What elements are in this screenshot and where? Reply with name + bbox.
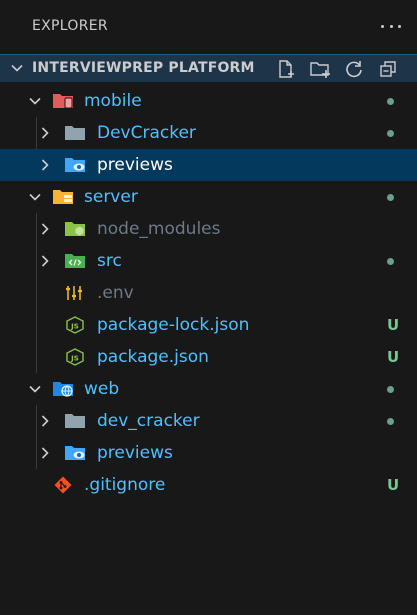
root-actions [274,58,400,80]
refresh-icon[interactable] [342,58,366,80]
modified-dot [387,194,394,201]
modified-dot [387,98,394,105]
tree-item-server[interactable]: server [0,181,417,213]
chevron-right-icon[interactable] [38,254,52,268]
tree-item-label: dev_cracker [97,411,200,431]
workspace-root-row[interactable]: INTERVIEWPREP PLATFORM [0,54,417,82]
collapse-all-icon[interactable] [376,58,400,80]
tree-item-label: node_modules [97,219,221,239]
tree-item-label: previews [97,443,173,463]
js-file-icon: JS [66,348,84,366]
tree-item-web[interactable]: web [0,373,417,405]
workspace-root-label: INTERVIEWPREP PLATFORM [32,60,255,76]
tree-item-label: web [84,379,120,399]
tree-item-dev-cracker[interactable]: dev_cracker [0,405,417,437]
tree-item-label: previews [97,155,173,175]
tree-item-node-modules[interactable]: node_modules [0,213,417,245]
modified-dot [387,130,394,137]
chevron-down-icon[interactable] [28,94,42,108]
untracked-badge: U [387,348,400,366]
tree-item-previews[interactable]: previews [0,149,417,181]
svg-text:JS: JS [70,355,79,363]
tree-item-label: .gitignore [84,475,166,495]
tree-item-label: package.json [97,347,209,367]
chevron-right-icon[interactable] [38,126,52,140]
tree-item-env[interactable]: .env [0,277,417,309]
untracked-badge: U [387,476,400,494]
new-folder-icon[interactable] [308,58,332,80]
tree-item-gitignore[interactable]: .gitignore U [0,469,417,501]
explorer-title: EXPLORER [32,18,108,34]
git-file-icon [54,476,72,494]
new-file-icon[interactable] [274,58,298,80]
modified-dot [387,258,394,265]
tree-item-label: server [84,187,138,207]
node-folder-icon [65,222,85,236]
tree-item-label: .env [97,283,134,303]
explorer-header: EXPLORER [0,0,417,54]
chevron-right-icon[interactable] [38,222,52,236]
more-actions-icon[interactable] [381,16,401,36]
mobile-folder-icon [53,94,73,109]
js-file-icon: JS [66,316,84,334]
tree-item-package-json[interactable]: JS package.json U [0,341,417,373]
previews-folder-icon [65,158,85,172]
server-folder-icon [53,190,73,204]
chevron-right-icon[interactable] [38,414,52,428]
tree-item-label: DevCracker [97,123,196,143]
tree-item-mobile[interactable]: mobile [0,85,417,117]
tree-item-label: mobile [84,91,142,111]
chevron-right-icon[interactable] [38,446,52,460]
untracked-badge: U [387,316,400,334]
web-folder-icon [53,382,73,397]
chevron-down-icon[interactable] [28,190,42,204]
folder-icon [65,414,85,428]
env-file-icon [66,286,82,300]
previews-folder-icon [65,446,85,460]
folder-icon [65,126,85,140]
chevron-right-icon[interactable] [38,158,52,172]
tree-item-src[interactable]: src [0,245,417,277]
chevron-down-icon[interactable] [28,382,42,396]
tree-item-label: package-lock.json [97,315,250,335]
tree-item-previews[interactable]: previews [0,437,417,469]
tree-item-label: src [97,251,122,271]
svg-text:JS: JS [70,323,79,331]
tree-item-package-lock[interactable]: JS package-lock.json U [0,309,417,341]
chevron-down-icon[interactable] [10,61,24,75]
modified-dot [387,418,394,425]
modified-dot [387,386,394,393]
src-folder-icon [65,254,85,268]
tree-item-devcracker[interactable]: DevCracker [0,117,417,149]
